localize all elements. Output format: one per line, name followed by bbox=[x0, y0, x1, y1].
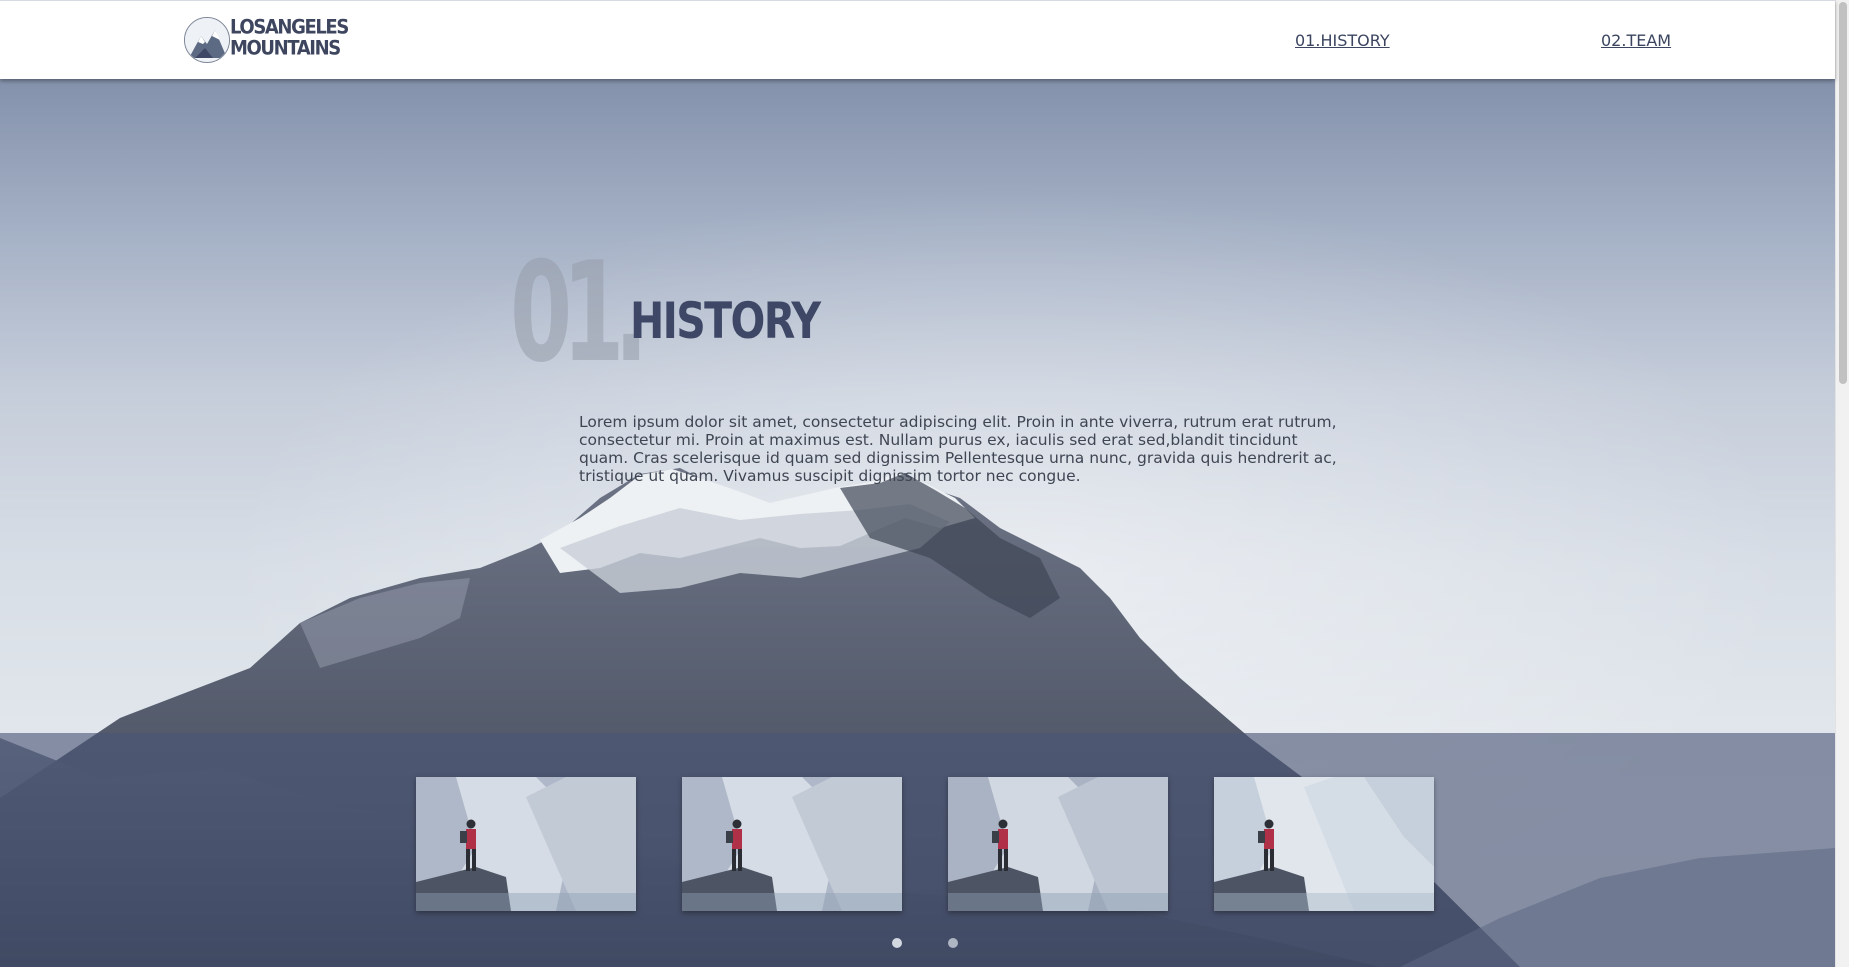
site-header: LOSANGELES MOUNTAINS 01.HISTORY 02.TEAM bbox=[0, 0, 1835, 79]
section-description: Lorem ipsum dolor sit amet, consectetur … bbox=[579, 413, 1337, 485]
gallery-thumbnail-3[interactable] bbox=[948, 777, 1168, 911]
mountain-logo-icon bbox=[184, 17, 230, 63]
site-logo[interactable]: LOSANGELES MOUNTAINS bbox=[184, 15, 349, 63]
nav-link-history[interactable]: 01.HISTORY bbox=[1295, 31, 1390, 50]
hiker-photo-icon bbox=[948, 777, 1168, 911]
scrollbar-thumb[interactable] bbox=[1839, 2, 1847, 384]
logo-line-1: LOSANGELES bbox=[230, 16, 349, 40]
hiker-photo-icon bbox=[682, 777, 902, 911]
nav-link-team[interactable]: 02.TEAM bbox=[1601, 31, 1671, 50]
gallery-band bbox=[0, 733, 1835, 967]
gallery-thumbnail-4[interactable] bbox=[1214, 777, 1434, 911]
gallery-thumbnail-1[interactable] bbox=[416, 777, 636, 911]
hiker-photo-icon bbox=[1214, 777, 1434, 911]
hiker-photo-icon bbox=[416, 777, 636, 911]
logo-line-2: MOUNTAINS bbox=[230, 36, 341, 60]
section-title: HISTORY bbox=[630, 292, 821, 350]
carousel-dot-2[interactable] bbox=[948, 938, 958, 948]
page-scrollbar[interactable] bbox=[1835, 0, 1849, 967]
carousel-dot-1[interactable] bbox=[892, 938, 902, 948]
section-number: 01. bbox=[510, 232, 648, 393]
gallery-thumbnail-2[interactable] bbox=[682, 777, 902, 911]
logo-wordmark: LOSANGELES MOUNTAINS bbox=[230, 16, 349, 60]
